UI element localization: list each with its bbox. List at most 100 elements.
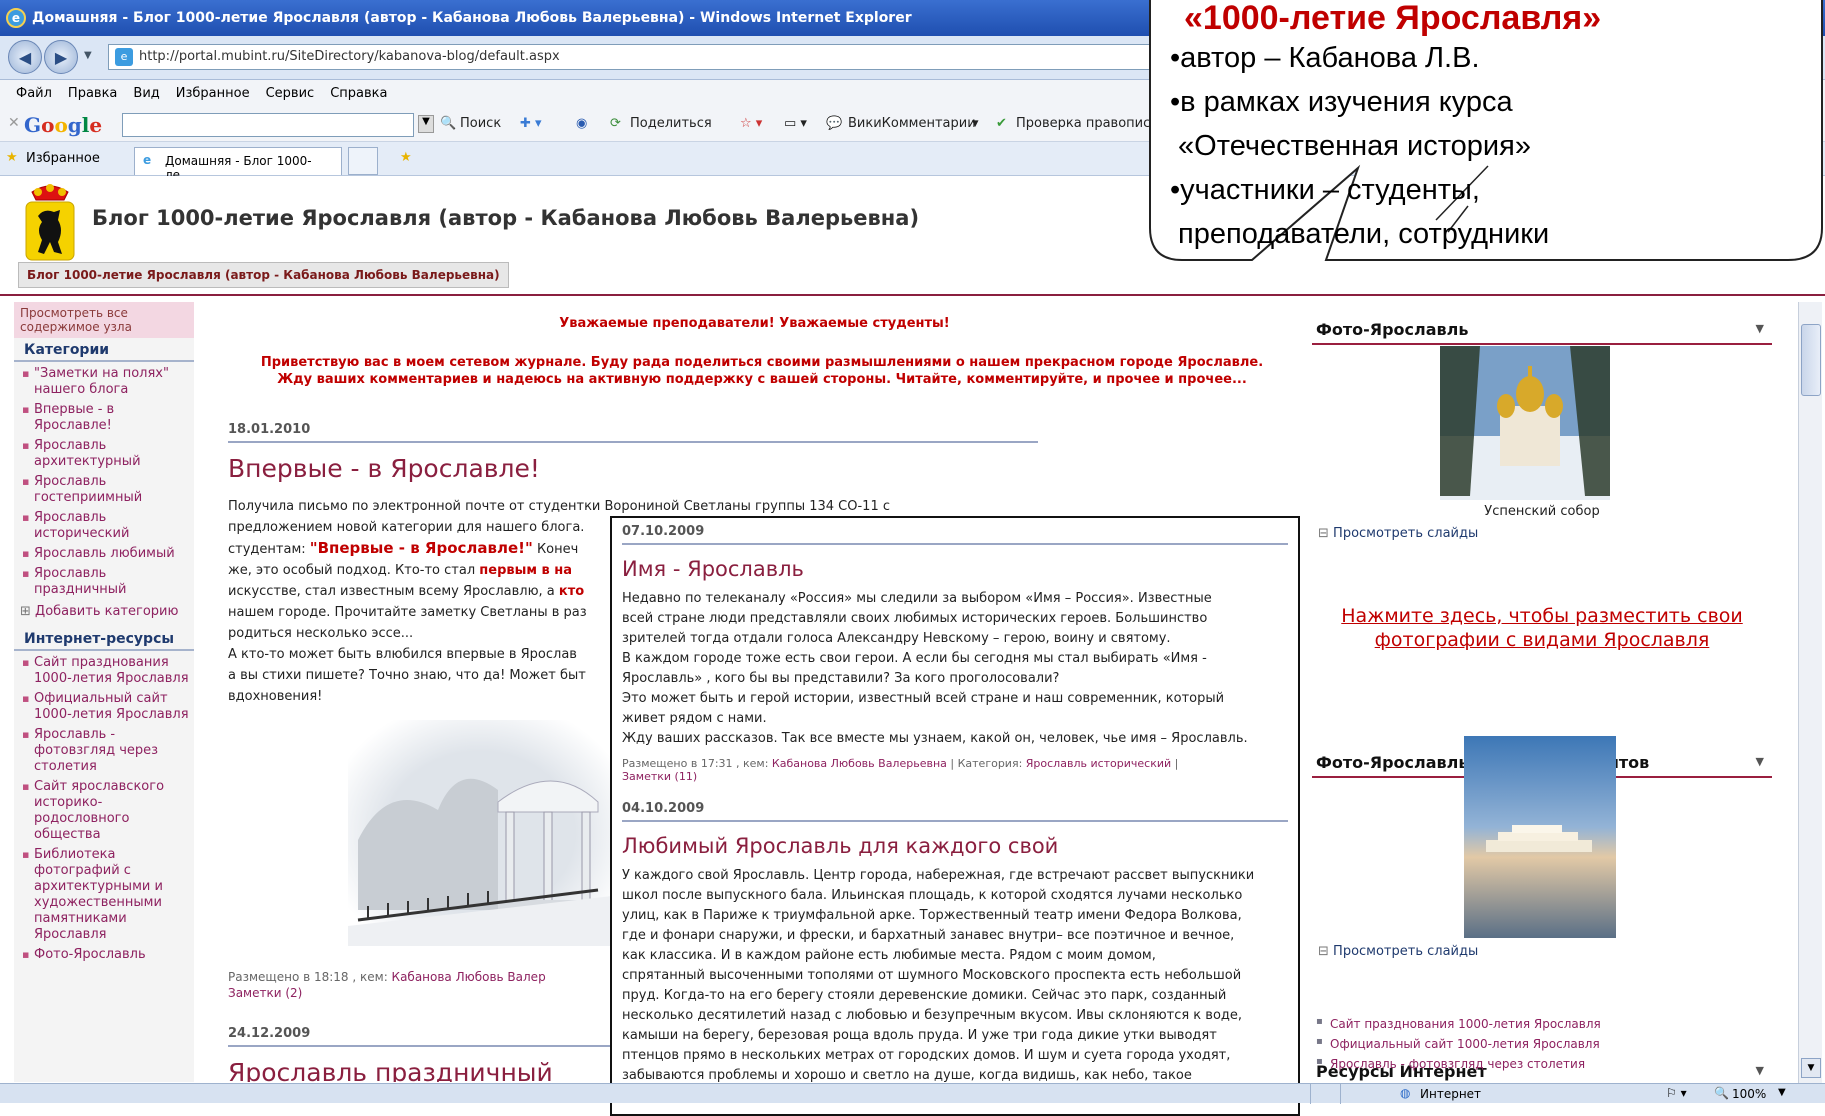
window-icon[interactable]: ▭ ▾: [784, 116, 807, 131]
window-title: Домашняя - Блог 1000-летие Ярославля (ав…: [32, 10, 912, 26]
author-link[interactable]: Кабанова Любовь Валерьевна: [772, 757, 947, 770]
history-dropdown-icon[interactable]: ▼: [84, 50, 92, 61]
add-category-link[interactable]: ⊞ Добавить категорию: [14, 600, 194, 623]
webpart-menu-icon[interactable]: ▼: [1756, 755, 1764, 768]
menu-help[interactable]: Справка: [330, 86, 387, 101]
wiki-comments-button[interactable]: ВикиКомментарии: [848, 116, 976, 131]
forward-button[interactable]: ▶: [44, 40, 78, 74]
view-all-content-link[interactable]: Просмотреть все содержимое узла: [14, 302, 194, 338]
resource-item[interactable]: Сайт ярославского историко-родословного …: [20, 777, 194, 845]
river-ship-photo: [1464, 736, 1616, 938]
post-line: Получила письмо по электронной почте от …: [228, 499, 890, 514]
bookmarks-icon[interactable]: ☆ ▾: [740, 116, 762, 131]
callout-line: преподаватели, сотрудники: [1170, 218, 1550, 250]
notes-link[interactable]: Заметки (11): [622, 770, 697, 783]
post-line: пруд. Когда-то на его берегу стояли дере…: [622, 988, 1227, 1003]
meta-pipe: |: [1171, 757, 1179, 770]
category-link[interactable]: Ярославль исторический: [1026, 757, 1171, 770]
post-title-link[interactable]: Имя - Ярославль: [622, 557, 1288, 581]
google-search-button[interactable]: Поиск: [460, 116, 501, 131]
callout-line: «Отечественная история»: [1170, 130, 1531, 162]
category-item[interactable]: Ярославль праздничный: [20, 564, 194, 600]
site-title: Блог 1000-летие Ярославля (автор - Кабан…: [92, 206, 920, 230]
category-item[interactable]: Ярославль исторический: [20, 508, 194, 544]
left-navigation: Просмотреть все содержимое узла Категори…: [14, 302, 194, 1082]
post-text: же, это особый подход. Кто-то стал: [228, 563, 480, 578]
menu-view[interactable]: Вид: [133, 86, 159, 101]
protected-mode-icon[interactable]: ⚐ ▾: [1666, 1086, 1687, 1100]
post-title-link[interactable]: Любимый Ярославль для каждого свой: [622, 834, 1288, 858]
google-search-input[interactable]: [122, 113, 414, 137]
notes-link[interactable]: Заметки (2): [228, 986, 302, 1000]
resource-item[interactable]: Библиотека фотографий с архитектурными и…: [20, 845, 194, 945]
zoom-level[interactable]: 100%: [1732, 1087, 1766, 1101]
scrollbar-thumb[interactable]: [1801, 324, 1821, 396]
slides-icon: ⊟: [1318, 944, 1329, 959]
category-item[interactable]: Ярославль гостеприимный: [20, 472, 194, 508]
menu-favorites[interactable]: Избранное: [176, 86, 250, 101]
menu-edit[interactable]: Правка: [68, 86, 117, 101]
meta-prefix: Размещено в 17:31 , кем:: [622, 757, 772, 770]
zoom-dropdown-icon[interactable]: ▼: [1778, 1087, 1786, 1098]
resource-link[interactable]: Сайт празднования 1000-летия Ярославля: [1316, 1014, 1601, 1034]
resource-link[interactable]: Ярославль - фотовзгляд через столетия: [1316, 1054, 1601, 1074]
tab-ie-icon: e: [143, 153, 152, 167]
post-line: Это может быть и герой истории, известны…: [622, 691, 1225, 706]
zoom-icon: 🔍: [1714, 1086, 1729, 1100]
spellcheck-button[interactable]: Проверка правопис: [1016, 116, 1150, 131]
upload-photos-link[interactable]: Нажмите здесь, чтобы разместить свои фот…: [1332, 604, 1752, 652]
resource-item[interactable]: Официальный сайт 1000-летия Ярославля: [20, 689, 194, 725]
vertical-scrollbar[interactable]: ▼: [1798, 302, 1822, 1083]
breadcrumb-tab[interactable]: Блог 1000-летие Ярославля (автор - Кабан…: [18, 262, 509, 288]
category-item[interactable]: Ярославль любимый: [20, 544, 194, 564]
post-text: Конеч: [532, 542, 579, 557]
google-search-icon[interactable]: 🔍: [440, 116, 456, 131]
webpart-menu-icon[interactable]: ▼: [1756, 322, 1764, 335]
callout-line: •участники – студенты,: [1170, 174, 1480, 206]
post-line: всей стране люди представляли своих люби…: [622, 611, 1208, 626]
view-slides-link[interactable]: ⊟ Просмотреть слайды: [1318, 944, 1478, 959]
new-tab-button[interactable]: [348, 147, 378, 175]
post-meta: Размещено в 17:31 , кем: Кабанова Любовь…: [622, 757, 1288, 770]
favorites-button[interactable]: Избранное: [26, 151, 100, 166]
share-button[interactable]: Поделиться: [630, 116, 712, 131]
post-title-link[interactable]: Впервые - в Ярославле!: [228, 454, 540, 483]
close-toolbar-icon[interactable]: ✕: [8, 115, 20, 131]
address-url: http://portal.mubint.ru/SiteDirectory/ka…: [139, 49, 560, 64]
category-item[interactable]: "Заметки на полях" нашего блога: [20, 364, 194, 400]
webpart-menu-icon[interactable]: ▼: [1756, 1064, 1764, 1077]
resource-link[interactable]: Официальный сайт 1000-летия Ярославля: [1316, 1034, 1601, 1054]
security-zone: Интернет: [1420, 1087, 1482, 1101]
add-favorite-icon[interactable]: ★: [400, 150, 412, 165]
add-category-label: Добавить категорию: [35, 604, 179, 619]
post-title-link[interactable]: Ярославль праздничный: [228, 1058, 553, 1082]
wiki-dropdown-icon[interactable]: ▾: [972, 116, 979, 131]
post-line: улиц, как в Париже к триумфальной арке. …: [622, 908, 1242, 923]
browser-tab[interactable]: e Домашняя - Блог 1000-ле...: [134, 147, 342, 182]
callout-title: «1000-летие Ярославля»: [1184, 0, 1602, 37]
category-item[interactable]: Впервые - в Ярославле!: [20, 400, 194, 436]
callout-line: •автор – Кабанова Л.В.: [1170, 42, 1480, 74]
view-slides-label: Просмотреть слайды: [1333, 526, 1479, 541]
header-divider: [0, 294, 1825, 296]
view-slides-link[interactable]: ⊟ Просмотреть слайды: [1318, 526, 1478, 541]
post-body: У каждого свой Ярославль. Центр города, …: [622, 866, 1288, 1106]
menu-tools[interactable]: Сервис: [266, 86, 315, 101]
menu-file[interactable]: Файл: [16, 86, 52, 101]
post-date: 18.01.2010: [228, 422, 1038, 443]
plus-icon[interactable]: ✚ ▾: [520, 116, 542, 131]
back-button[interactable]: ◀: [8, 40, 42, 74]
globe-icon[interactable]: ◉: [576, 116, 587, 131]
google-dropdown-icon[interactable]: ▼: [418, 115, 434, 133]
scroll-down-icon[interactable]: ▼: [1801, 1058, 1821, 1078]
resource-item[interactable]: Фото-Ярославль: [20, 945, 194, 965]
resource-item[interactable]: Сайт празднования 1000-летия Ярославля: [20, 653, 194, 689]
internet-zone-icon: ◍: [1400, 1086, 1411, 1100]
author-link[interactable]: Кабанова Любовь Валер: [392, 970, 546, 984]
category-item[interactable]: Ярославль архитектурный: [20, 436, 194, 472]
callout-line: •в рамках изучения курса: [1170, 86, 1513, 118]
address-input[interactable]: e http://portal.mubint.ru/SiteDirectory/…: [108, 44, 1188, 70]
post-date: 07.10.2009: [622, 520, 1288, 545]
post-line: зрителей тогда отдали голоса Александру …: [622, 631, 1171, 646]
resource-item[interactable]: Ярославль - фотовзгляд через столетия: [20, 725, 194, 777]
